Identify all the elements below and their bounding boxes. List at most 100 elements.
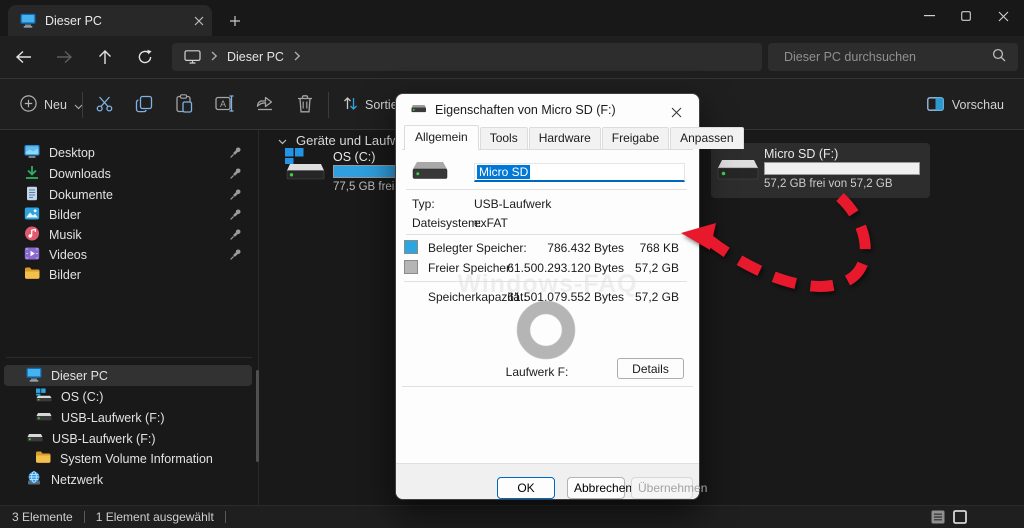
large-icons-view-button[interactable]: [952, 509, 968, 524]
volume-name-input[interactable]: Micro SD: [474, 163, 685, 182]
tab-anpassen[interactable]: Anpassen: [670, 127, 743, 149]
folder-icon: [24, 266, 40, 283]
sidebar-item-system-volume-information[interactable]: System Volume Information: [4, 448, 252, 469]
os-drive-icon: [35, 388, 52, 405]
up-button[interactable]: [89, 42, 121, 72]
tab-allgemein[interactable]: Allgemein: [404, 125, 479, 150]
filesystem-value: exFAT: [474, 216, 508, 230]
new-tab-button[interactable]: [224, 10, 246, 32]
drive-icon: [412, 158, 448, 186]
breadcrumb[interactable]: Dieser PC: [172, 43, 762, 71]
paste-icon: [175, 94, 193, 116]
sidebar-item-label: Desktop: [49, 146, 95, 160]
apply-button[interactable]: Übernehmen: [631, 477, 693, 499]
sidebar-item-label: Videos: [49, 248, 87, 262]
drive-free-space: 57,2 GB frei von 57,2 GB: [764, 178, 893, 190]
pin-icon: [229, 146, 242, 162]
dialog-close-button[interactable]: [663, 100, 689, 124]
drive-free-space: 77,5 GB frei v: [333, 181, 403, 193]
selection-count: 1 Element ausgewählt: [96, 510, 214, 524]
scissors-icon: [95, 94, 114, 116]
details-view-button[interactable]: [930, 509, 946, 524]
this-pc-icon: [20, 13, 36, 28]
preview-toggle-button[interactable]: Vorschau: [921, 88, 1010, 122]
pin-icon: [229, 188, 242, 204]
windows-drive-icon: [283, 148, 325, 185]
tab-freigabe[interactable]: Freigabe: [602, 127, 669, 149]
tab-close-button[interactable]: [194, 16, 204, 26]
preview-toggle-label: Vorschau: [952, 98, 1004, 112]
delete-button[interactable]: [288, 88, 322, 122]
tab-hardware[interactable]: Hardware: [529, 127, 601, 149]
copy-button[interactable]: [127, 88, 161, 122]
chevron-right-icon: [210, 48, 218, 66]
cut-button[interactable]: [87, 88, 121, 122]
type-label: Typ:: [412, 197, 435, 211]
separator: [406, 189, 687, 190]
sidebar-item-desktop[interactable]: Desktop: [4, 142, 252, 163]
drive-item-micro-sd[interactable]: Micro SD (F:) 57,2 GB frei von 57,2 GB: [711, 143, 930, 198]
pictures-icon: [24, 206, 40, 224]
maximize-button[interactable]: [945, 0, 987, 32]
new-button[interactable]: Neu: [14, 88, 89, 122]
sidebar-item-label: OS (C:): [61, 390, 103, 404]
used-space-bytes: 786.432 Bytes: [496, 241, 624, 255]
details-button[interactable]: Details: [617, 358, 684, 379]
share-button[interactable]: [248, 88, 282, 122]
sidebar-item-label: Downloads: [49, 167, 111, 181]
search-icon: [992, 48, 1006, 67]
sidebar-item-downloads[interactable]: Downloads: [4, 163, 252, 184]
sidebar-item-documents[interactable]: Dokumente: [4, 184, 252, 205]
sidebar-separator: [6, 357, 252, 358]
paste-button[interactable]: [167, 88, 201, 122]
sidebar-item-label: Bilder: [49, 268, 81, 282]
volume-name-value: Micro SD: [477, 165, 530, 179]
sidebar-item-os-c[interactable]: OS (C:): [4, 386, 252, 407]
item-count: 3 Elemente: [12, 510, 73, 524]
pin-icon: [229, 167, 242, 183]
back-button[interactable]: [8, 42, 40, 72]
navigation-pane: Desktop Downloads Dokumente: [0, 130, 258, 505]
sidebar-item-usb-drive-2[interactable]: USB-Laufwerk (F:): [4, 428, 252, 449]
this-pc-icon: [26, 367, 42, 385]
dialog-title: Eigenschaften von Micro SD (F:): [435, 103, 616, 117]
cancel-button[interactable]: Abbrechen: [567, 477, 625, 499]
ok-button[interactable]: OK: [497, 477, 555, 499]
sidebar-item-label: System Volume Information: [60, 452, 213, 466]
search-input[interactable]: Dieser PC durchsuchen: [768, 43, 1018, 71]
explorer-window: Dieser PC: [0, 0, 1024, 528]
sidebar-item-pictures-folder[interactable]: Bilder: [4, 264, 252, 285]
usb-drive-icon: [35, 410, 52, 425]
drive-small-icon: [410, 103, 427, 117]
rename-button[interactable]: A: [208, 88, 242, 122]
free-space-swatch: [404, 260, 418, 274]
pc-outline-icon: [184, 50, 201, 64]
sidebar-item-pictures[interactable]: Bilder: [4, 204, 252, 225]
refresh-button[interactable]: [129, 42, 161, 72]
explorer-tab[interactable]: Dieser PC: [8, 5, 212, 36]
sidebar-item-label: USB-Laufwerk (F:): [52, 432, 156, 446]
close-button[interactable]: [982, 0, 1024, 32]
used-space-swatch: [404, 240, 418, 254]
tab-tools[interactable]: Tools: [480, 127, 528, 149]
sidebar-item-videos[interactable]: Videos: [4, 244, 252, 265]
usb-drive-icon: [717, 156, 759, 189]
sidebar-item-label: Dieser PC: [51, 369, 108, 383]
free-space-size: 57,2 GB: [627, 261, 679, 275]
plus-circle-icon: [20, 95, 37, 115]
sidebar-item-label: Dokumente: [49, 188, 113, 202]
sidebar-item-this-pc[interactable]: Dieser PC: [4, 365, 252, 386]
preview-pane-icon: [927, 97, 944, 114]
drive-name: Micro SD (F:): [764, 147, 838, 161]
sidebar-item-music[interactable]: Musik: [4, 224, 252, 245]
minimize-button[interactable]: [908, 0, 950, 32]
sidebar-item-usb-drive[interactable]: USB-Laufwerk (F:): [4, 407, 252, 428]
sidebar-item-label: Netzwerk: [51, 473, 103, 487]
folder-icon: [35, 450, 51, 467]
status-divider: [225, 511, 226, 523]
sidebar-item-network[interactable]: Netzwerk: [4, 469, 252, 490]
chevron-right-icon: [293, 48, 301, 66]
separator: [402, 386, 693, 387]
breadcrumb-item[interactable]: Dieser PC: [227, 50, 284, 64]
forward-button[interactable]: [48, 42, 80, 72]
